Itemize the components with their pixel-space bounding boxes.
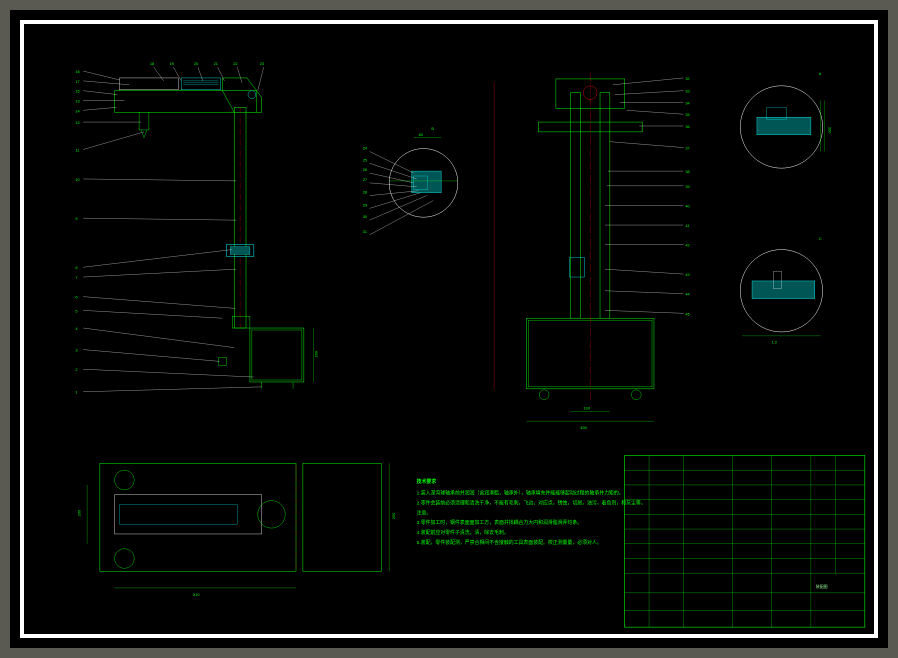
detail-C: C 1:2 (740, 236, 822, 345)
viewport: 16 17 15 13 14 12 11 10 9 8 7 6 5 4 3 2 … (0, 0, 898, 658)
svg-text:18: 18 (150, 61, 154, 66)
svg-text:39: 39 (685, 184, 689, 189)
svg-text:22: 22 (233, 61, 237, 66)
svg-text:24: 24 (363, 146, 368, 151)
svg-text:1: 1 (75, 390, 77, 395)
svg-text:7: 7 (75, 275, 77, 280)
svg-text:30: 30 (363, 214, 368, 219)
svg-text:B: B (431, 126, 434, 131)
view-plan: 200 200 510 200 (76, 328, 396, 597)
drawing-frame: 16 17 15 13 14 12 11 10 9 8 7 6 5 4 3 2 … (20, 20, 878, 638)
svg-text:4: 4 (75, 326, 78, 331)
svg-text:23: 23 (260, 61, 264, 66)
svg-text:38: 38 (685, 169, 689, 174)
svg-text:25: 25 (363, 157, 368, 162)
svg-text:1.装入深沟球轴承前并润润（含润滑脂，轴承外），轴承填充并能: 1.装入深沟球轴承前并润润（含润滑脂，轴承外），轴承填充并能能够起动过程的轴承并… (417, 490, 624, 497)
svg-text:27: 27 (363, 177, 367, 182)
svg-text:37: 37 (685, 146, 689, 151)
svg-text:200: 200 (828, 127, 833, 134)
svg-text:41: 41 (685, 223, 689, 228)
svg-text:33: 33 (685, 89, 689, 94)
outer-border: 16 17 15 13 14 12 11 10 9 8 7 6 5 4 3 2 … (10, 10, 888, 648)
svg-text:技术要求: 技术要求 (417, 478, 437, 485)
svg-text:35: 35 (685, 112, 690, 117)
svg-text:3: 3 (75, 348, 77, 353)
svg-text:15: 15 (75, 89, 80, 94)
svg-text:42: 42 (685, 243, 689, 248)
svg-text:44: 44 (685, 292, 690, 297)
svg-text:2: 2 (75, 367, 77, 372)
svg-text:60: 60 (419, 132, 424, 137)
svg-text:40: 40 (685, 203, 690, 208)
svg-text:200: 200 (314, 350, 319, 357)
svg-text:34: 34 (685, 100, 690, 105)
svg-text:400: 400 (580, 425, 587, 430)
svg-text:注意。: 注意。 (417, 509, 432, 516)
svg-text:20: 20 (194, 61, 199, 66)
title-block: 装配图 (625, 456, 865, 628)
callouts-left: 16 17 15 13 14 12 11 10 9 8 7 6 5 4 3 2 … (75, 69, 261, 395)
view-front-elevation: 130 400 32 33 34 35 36 37 38 39 40 41 42… (494, 73, 690, 430)
svg-text:8: 8 (75, 265, 77, 270)
svg-text:17: 17 (75, 79, 79, 84)
svg-text:45: 45 (685, 311, 690, 316)
view-side-elevation (115, 78, 304, 389)
svg-text:200: 200 (391, 512, 396, 519)
svg-text:12: 12 (75, 120, 79, 125)
svg-text:21: 21 (214, 61, 218, 66)
svg-text:9: 9 (75, 216, 77, 221)
svg-text:11: 11 (75, 147, 79, 152)
svg-text:5.装配，零件装配测，严禁合相间不含接触的工具表面装配。校正: 5.装配，零件装配测，严禁合相间不含接触的工具表面装配。校正测量量，必须对人。 (417, 539, 602, 546)
svg-text:200: 200 (76, 509, 81, 516)
svg-text:13: 13 (75, 98, 79, 103)
svg-text:510: 510 (193, 592, 200, 597)
svg-text:43: 43 (685, 272, 689, 277)
svg-text:26: 26 (363, 167, 367, 172)
svg-text:装配图: 装配图 (816, 584, 828, 589)
svg-text:32: 32 (685, 76, 689, 81)
svg-text:C: C (819, 236, 822, 241)
svg-text:36: 36 (685, 124, 689, 129)
detail-top-right: A 200 (740, 71, 832, 168)
svg-text:3.零件加工时，钢件表面面加工方，表面并找耦合力大円和润滑脂: 3.零件加工时，钢件表面面加工方，表面并找耦合力大円和润滑脂滑弄均条。 (417, 519, 582, 526)
svg-text:10: 10 (75, 177, 80, 182)
detail-B: B 24 25 26 27 28 29 30 31 60 (363, 126, 458, 235)
svg-text:4.装配前应对零件子清洗，清，除去毛刺。: 4.装配前应对零件子清洗，清，除去毛刺。 (417, 529, 509, 536)
svg-text:19: 19 (169, 61, 173, 66)
svg-text:1:2: 1:2 (772, 340, 777, 345)
svg-text:14: 14 (75, 108, 80, 113)
svg-text:A: A (819, 71, 822, 76)
technical-notes: 技术要求 1.装入深沟球轴承前并润润（含润滑脂，轴承外），轴承填充并能能够起动过… (417, 478, 646, 546)
svg-text:6: 6 (75, 295, 77, 300)
callouts-top: 18 19 20 21 22 23 (150, 61, 264, 90)
svg-text:130: 130 (583, 405, 590, 410)
svg-text:16: 16 (75, 69, 79, 74)
svg-text:28: 28 (363, 190, 367, 195)
svg-text:31: 31 (363, 229, 367, 234)
svg-text:2.零件会装前必须清理和清洗干净，不能有毛刺，飞边，对应点，: 2.零件会装前必须清理和清洗干净，不能有毛刺，飞边，对应点，锈蚀，切屑，油污，着… (417, 500, 646, 507)
svg-text:29: 29 (363, 202, 367, 207)
cad-drawing: 16 17 15 13 14 12 11 10 9 8 7 6 5 4 3 2 … (24, 24, 874, 634)
svg-text:5: 5 (75, 308, 78, 313)
